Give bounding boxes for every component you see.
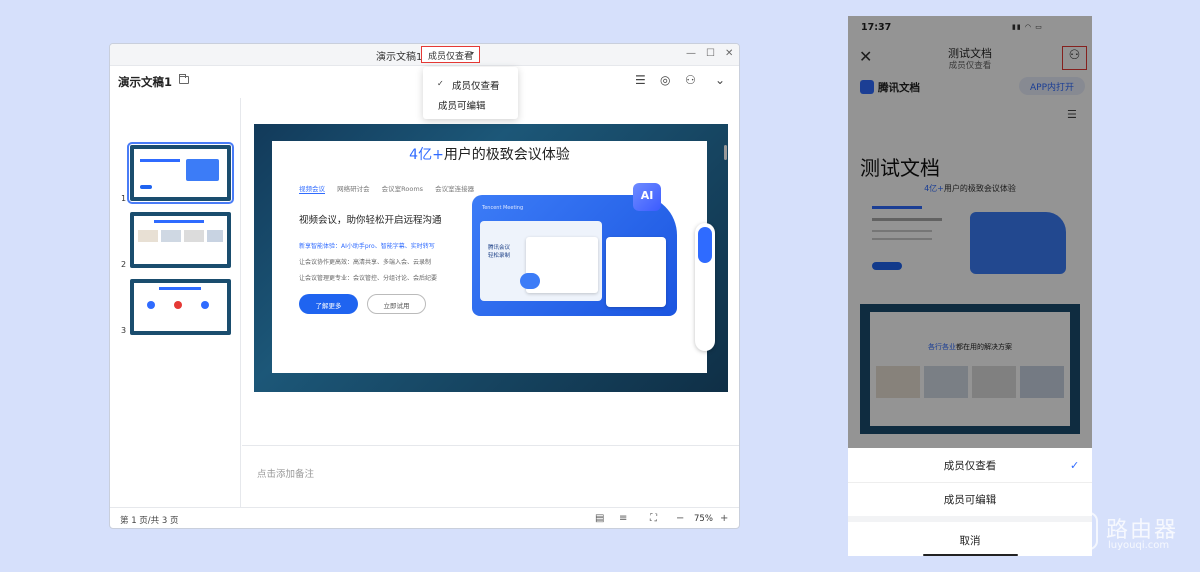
menu-item-label: 成员可编辑 [438,101,486,112]
close-icon[interactable]: ✕ [725,48,733,59]
modal-backdrop[interactable] [848,16,1092,448]
thumbnail-number: 1 [121,194,127,203]
option-label: 成员可编辑 [943,494,997,506]
sheet-separator [848,516,1092,522]
option-can-edit[interactable]: 成员可编辑 [848,492,1092,507]
zoom-in-icon[interactable]: + [720,513,728,524]
menu-icon[interactable]: ☰ [635,73,646,87]
permission-action-sheet: 成员仅查看 ✓ 成员可编辑 取消 [848,448,1092,556]
permission-button-label: 成员仅查看 [428,52,474,62]
cancel-button[interactable]: 取消 [848,533,1092,548]
caret-down-icon [470,52,474,55]
slide-title: 4亿+用户的极致会议体验 [272,144,707,164]
slide-tabs: 视频会议 网络研讨会 会议室Rooms 会议室连接器 [299,183,484,194]
zoom-level: 75% [694,514,713,524]
slide-tab: 会议室连接器 [435,185,475,193]
slide-thumbnail-2[interactable] [130,212,231,268]
slide-tab: 会议室Rooms [381,185,424,193]
minimize-icon[interactable]: — [686,48,696,59]
maximize-icon[interactable]: ☐ [706,48,715,59]
option-view-only[interactable]: 成员仅查看 [848,458,1092,473]
notes-placeholder: 点击添加备注 [257,469,315,480]
product-illustration: Tencent Meeting 腾讯会议 轻松录制 [472,195,677,316]
slide-thumbnail-panel: 1 2 3 [110,98,241,507]
check-icon: ✓ [1070,459,1080,472]
menu-item-can-edit[interactable]: 成员可编辑 [423,98,518,112]
home-indicator [923,554,1018,556]
folder-icon[interactable] [179,74,189,84]
slide-title-text: 用户的极致会议体验 [443,147,570,163]
slide-thumbnail-1[interactable] [127,142,234,204]
chevron-down-icon[interactable]: ⌄ [715,73,725,87]
thumbnail-number: 3 [121,326,127,335]
learn-more-button: 了解更多 [299,294,358,314]
option-label: 成员仅查看 [943,460,997,472]
permission-dropdown-button[interactable]: 成员仅查看 [421,46,480,63]
slide-tab: 网络研讨会 [337,185,370,193]
title-bar: 演示文稿1 成员仅查看 — ☐ ✕ [110,44,739,66]
menu-item-label: 成员仅查看 [452,81,500,92]
slide[interactable]: 4亿+用户的极致会议体验 视频会议 网络研讨会 会议室Rooms 会议室连接器 … [272,141,727,373]
status-bar: 第 1 页/共 3 页 ▤ ≡ ⛶ − 75% + [110,507,739,528]
comment-icon[interactable]: ◎ [660,73,670,87]
try-now-button: 立即试用 [367,294,426,314]
cancel-label: 取消 [959,535,981,547]
menu-item-view-only[interactable]: 成员仅查看 [423,78,518,92]
notes-toggle-icon[interactable]: ≡ [619,513,627,524]
page-indicator: 第 1 页/共 3 页 [120,516,179,526]
doc-name: 演示文稿1 [118,75,173,89]
slide-paragraph: 让会议管理更专业：会议管控、分组讨论、会后纪要 [299,275,438,282]
layout-icon[interactable]: ▤ [595,513,604,524]
slide-heading: 视频会议，助你轻松开启远程沟通 [299,215,442,226]
ai-badge-label: AI [640,189,654,202]
slide-title-highlight: 4亿+ [409,147,444,163]
card-text: 腾讯会议 轻松录制 [488,245,511,259]
side-toolbar [695,223,715,351]
zoom-out-icon[interactable]: − [676,513,684,524]
add-collaborator-icon[interactable]: ⚇ [685,73,696,87]
watermark-url: luyouqi.com [1108,540,1170,551]
slide-tab: 视频会议 [299,185,325,194]
slide-paragraph: 让会议协作更高效：高清共享、多端入会、云录制 [299,259,432,266]
window-title: 演示文稿1 [376,52,423,63]
card-brand: Tencent Meeting [482,205,524,211]
thumbnail-number: 2 [121,260,127,269]
slide-frame: 4亿+用户的极致会议体验 视频会议 网络研讨会 会议室Rooms 会议室连接器 … [254,124,728,392]
notes-area[interactable]: 点击添加备注 [242,445,739,507]
permission-dropdown-menu: ✓ 成员仅查看 成员可编辑 [423,67,518,119]
slide-scrollbar[interactable] [724,145,727,160]
phone-screen: 17:37 ▮▮ ◠ ▭ ✕ 测试文档 成员仅查看 ⚇ 腾讯文档 APP内打开 … [848,16,1092,556]
slide-thumbnail-3[interactable] [130,279,231,335]
slide-paragraph: 新享智能体验：AI小助手pro、智能字幕、实时转写 [299,243,435,250]
fit-screen-icon[interactable]: ⛶ [650,513,657,524]
divider [848,482,1092,483]
ai-badge: AI [633,183,661,211]
